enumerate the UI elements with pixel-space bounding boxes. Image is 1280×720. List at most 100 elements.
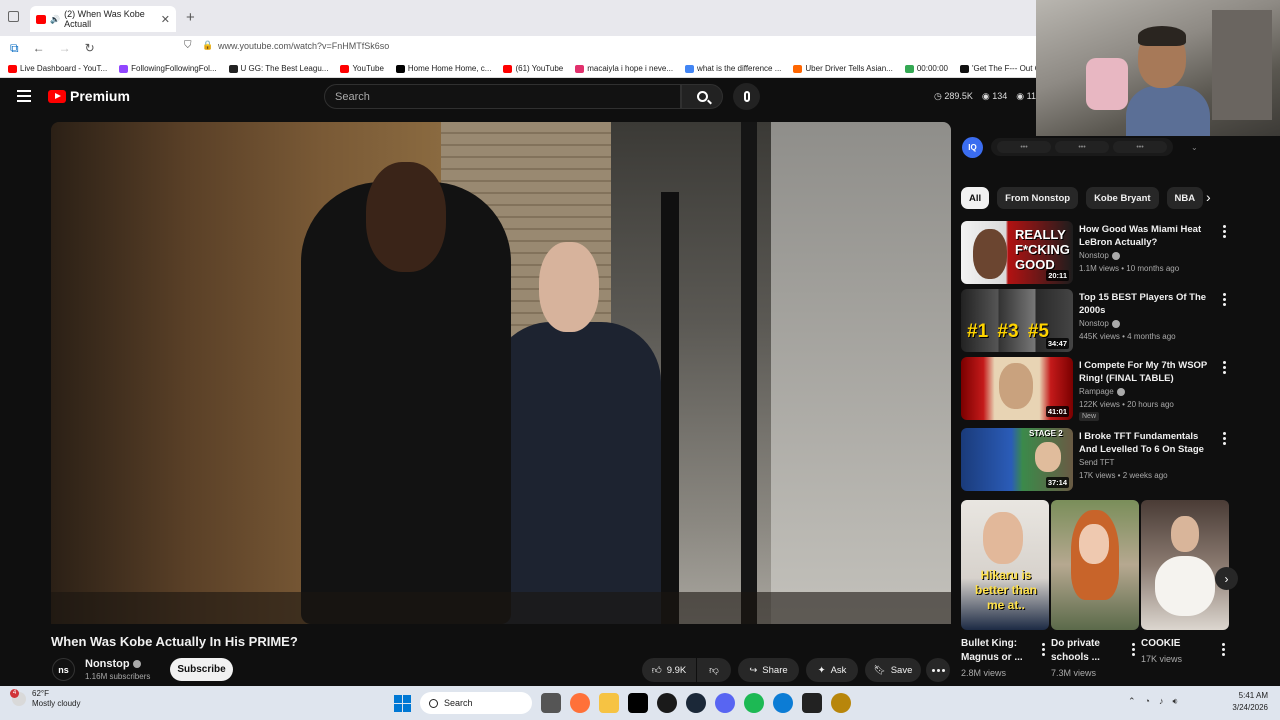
- iq-pill[interactable]: •••: [997, 141, 1051, 153]
- video-thumbnail[interactable]: REALLY F*CKING GOOD 20:11: [961, 221, 1073, 284]
- dislike-button[interactable]: 👎︎: [697, 658, 731, 682]
- sidebar-toggle-icon[interactable]: [8, 11, 19, 22]
- steam-icon[interactable]: [686, 693, 706, 713]
- more-vertical-icon[interactable]: [1222, 643, 1225, 656]
- logo-text: Premium: [70, 88, 130, 104]
- youtube-premium-logo[interactable]: Premium: [48, 88, 130, 104]
- recommendation-item[interactable]: REALLY F*CKING GOOD 20:11 How Good Was M…: [961, 221, 1231, 285]
- video-thumbnail[interactable]: #1 #3 #5 34:47: [961, 289, 1073, 352]
- short-title[interactable]: COOKIE: [1141, 637, 1211, 651]
- bookmark-item[interactable]: Uber Driver Tells Asian...: [793, 64, 893, 73]
- channel-name[interactable]: Nonstop: [1079, 251, 1120, 260]
- browser-tab[interactable]: 🔊 (2) When Was Kobe Actuall ✕: [30, 6, 176, 32]
- video-player[interactable]: [51, 122, 951, 624]
- task-view-icon[interactable]: [541, 693, 561, 713]
- bookmark-item[interactable]: FollowingFollowingFol...: [119, 64, 217, 73]
- short-title[interactable]: Bullet King: Magnus or ...: [961, 637, 1031, 665]
- league-icon[interactable]: [657, 693, 677, 713]
- more-vertical-icon[interactable]: [1223, 432, 1226, 445]
- video-title[interactable]: Top 15 BEST Players Of The 2000s: [1079, 291, 1215, 317]
- bookmark-item[interactable]: (61) YouTube: [503, 64, 563, 73]
- more-vertical-icon[interactable]: [1223, 225, 1226, 238]
- firefox-icon[interactable]: [570, 693, 590, 713]
- search-button[interactable]: [681, 84, 723, 109]
- recommendation-item[interactable]: 41:01 I Compete For My 7th WSOP Ring! (F…: [961, 357, 1231, 421]
- shorts-next-button[interactable]: ›: [1215, 567, 1238, 590]
- more-vertical-icon[interactable]: [1132, 643, 1135, 656]
- short-thumbnail[interactable]: [1051, 500, 1139, 630]
- chip-nba[interactable]: NBA: [1166, 187, 1204, 209]
- bookmark-item[interactable]: Live Dashboard - YouT...: [8, 64, 107, 73]
- chevron-right-icon: ›: [1224, 571, 1229, 586]
- short-item[interactable]: Hikaru is better than me at.. Bullet Kin…: [961, 500, 1049, 678]
- bookmark-item[interactable]: what is the difference ...: [685, 64, 781, 73]
- iq-pill[interactable]: •••: [1113, 141, 1167, 153]
- speaker-icon[interactable]: 🔊: [50, 15, 60, 24]
- channel-name[interactable]: Send TFT: [1079, 458, 1114, 467]
- chevron-right-icon[interactable]: ›: [1206, 189, 1211, 205]
- windows-start-icon[interactable]: [394, 694, 411, 712]
- subscribe-button[interactable]: Subscribe: [170, 658, 233, 681]
- video-title[interactable]: How Good Was Miami Heat LeBron Actually?: [1079, 223, 1215, 249]
- iq-pill[interactable]: •••: [1055, 141, 1109, 153]
- video-title[interactable]: I Broke TFT Fundamentals And Levelled To…: [1079, 430, 1215, 456]
- weather-widget[interactable]: 4 62°F Mostly cloudy: [10, 689, 80, 709]
- bookmark-item[interactable]: macaiyla i hope i neve...: [575, 64, 673, 73]
- voice-search-button[interactable]: [733, 83, 760, 110]
- volume-icon[interactable]: 🔉︎: [1172, 696, 1178, 707]
- like-button[interactable]: 👍︎ 9.9K: [642, 658, 696, 682]
- file-explorer-icon[interactable]: [599, 693, 619, 713]
- channel-name[interactable]: Nonstop: [85, 658, 141, 670]
- chevron-down-icon[interactable]: ⌄: [1191, 143, 1198, 152]
- video-thumbnail[interactable]: STAGE 2 37:14: [961, 428, 1073, 491]
- short-thumbnail[interactable]: [1141, 500, 1229, 630]
- bookmark-item[interactable]: Home Home Home, c...: [395, 64, 491, 73]
- collections-icon[interactable]: ⧉: [10, 41, 19, 56]
- share-button[interactable]: ↪ Share: [738, 658, 799, 682]
- microphone-icon[interactable]: ♪: [1159, 696, 1164, 707]
- short-title[interactable]: Do private schools ...: [1051, 637, 1121, 665]
- iq-logo-icon[interactable]: IQ: [962, 136, 983, 158]
- chip-kobe-bryant[interactable]: Kobe Bryant: [1086, 187, 1159, 209]
- back-icon[interactable]: ←: [33, 41, 45, 55]
- network-icon[interactable]: ◔: [1145, 696, 1150, 707]
- save-button[interactable]: 🔖︎ Save: [865, 658, 921, 682]
- short-thumbnail[interactable]: Hikaru is better than me at..: [961, 500, 1049, 630]
- search-input[interactable]: Search: [324, 84, 681, 109]
- recommendation-item[interactable]: #1 #3 #5 34:47 Top 15 BEST Players Of Th…: [961, 289, 1231, 353]
- ask-button[interactable]: ✦ Ask: [806, 658, 858, 682]
- bookmark-item[interactable]: U GG: The Best Leagu...: [228, 64, 328, 73]
- chip-from-nonstop[interactable]: From Nonstop: [997, 187, 1079, 209]
- bookmark-item[interactable]: 00:00:00: [904, 64, 948, 73]
- forward-icon[interactable]: →: [59, 41, 71, 55]
- more-actions-button[interactable]: [926, 658, 950, 682]
- tab-close-icon[interactable]: ✕: [161, 13, 170, 26]
- channel-name[interactable]: Nonstop: [1079, 319, 1120, 328]
- chip-all[interactable]: All: [961, 187, 990, 209]
- video-title[interactable]: I Compete For My 7th WSOP Ring! (FINAL T…: [1079, 359, 1215, 385]
- shield-icon[interactable]: ⛉: [184, 40, 192, 51]
- hamburger-menu-icon[interactable]: [17, 90, 31, 102]
- more-vertical-icon[interactable]: [1042, 643, 1045, 656]
- wow-icon[interactable]: [831, 693, 851, 713]
- more-vertical-icon[interactable]: [1223, 293, 1226, 306]
- taskbar-search[interactable]: Search: [420, 692, 532, 714]
- x-app-icon[interactable]: [628, 693, 648, 713]
- channel-name[interactable]: Rampage: [1079, 387, 1125, 396]
- reload-icon[interactable]: ↻: [85, 41, 95, 55]
- lock-icon[interactable]: 🔒: [202, 40, 213, 51]
- channel-avatar[interactable]: ns: [52, 658, 75, 681]
- bookmark-item[interactable]: YouTube: [340, 64, 384, 73]
- more-vertical-icon[interactable]: [1223, 361, 1226, 374]
- discord-icon[interactable]: [715, 693, 735, 713]
- recommendation-item[interactable]: STAGE 2 37:14 I Broke TFT Fundamentals A…: [961, 428, 1231, 492]
- taskbar-clock[interactable]: 5:41 AM 3/24/2026: [1222, 690, 1268, 714]
- terminal-icon[interactable]: [802, 693, 822, 713]
- spotify-icon[interactable]: [744, 693, 764, 713]
- edge-icon[interactable]: [773, 693, 793, 713]
- short-item[interactable]: Do private schools ... 7.3M views: [1051, 500, 1139, 678]
- url-field[interactable]: www.youtube.com/watch?v=FnHMTfSk6so: [218, 41, 389, 51]
- video-thumbnail[interactable]: 41:01: [961, 357, 1073, 420]
- chevron-up-icon[interactable]: ⌃: [1128, 696, 1136, 707]
- new-tab-button[interactable]: +: [186, 9, 195, 26]
